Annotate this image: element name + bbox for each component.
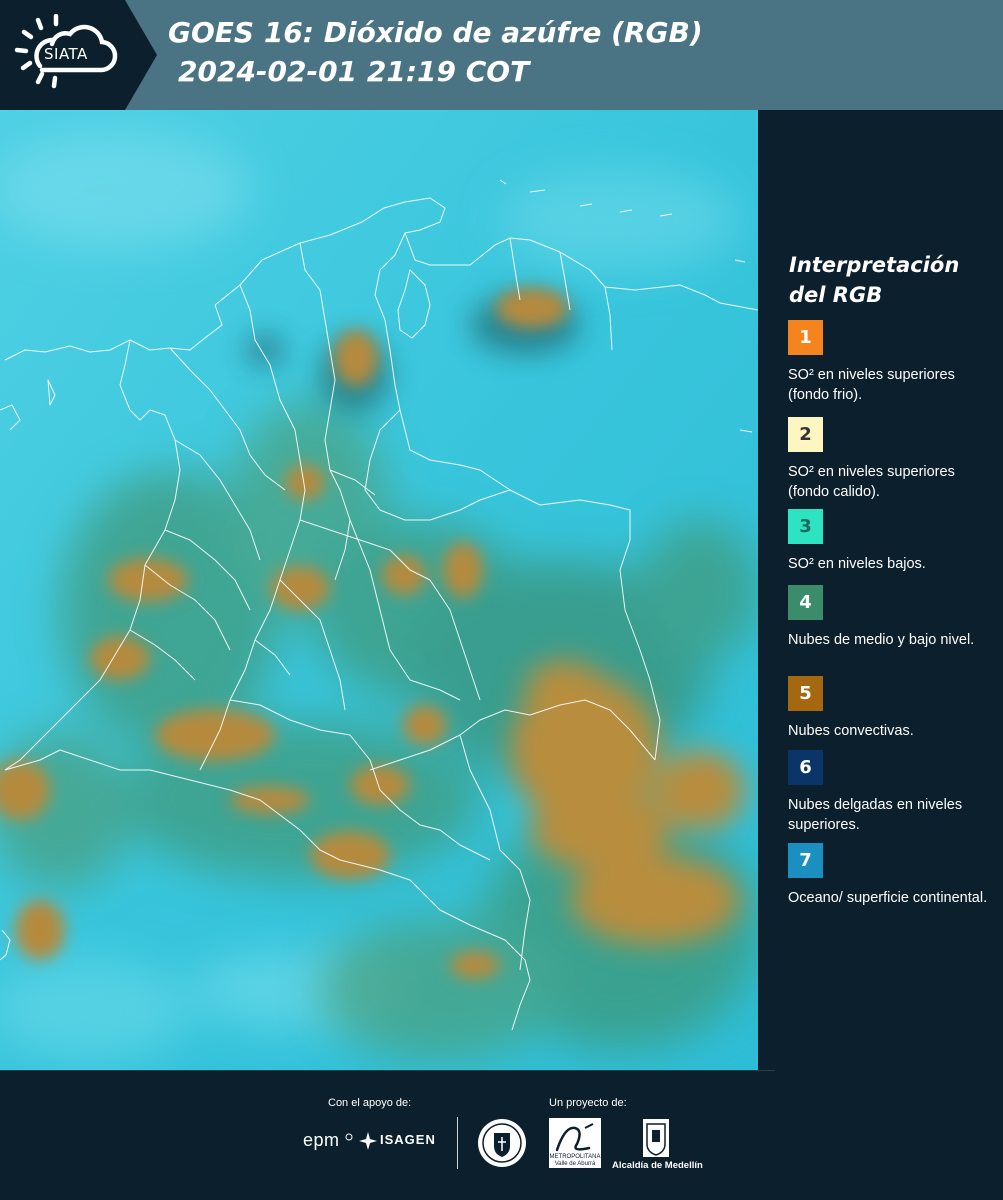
legend-item-2: 2 SO² en niveles superiores (fondo calid… bbox=[788, 417, 993, 504]
legend-text-2: SO² en niveles superiores (fondo calido)… bbox=[788, 464, 955, 500]
legend-text-1: SO² en niveles superiores (fondo frio). bbox=[788, 367, 955, 403]
legend-text-5: Nubes convectivas. bbox=[788, 723, 914, 739]
legend-swatch-6: 6 bbox=[788, 750, 823, 785]
support-label: Con el apoyo de: bbox=[328, 1097, 412, 1109]
legend-item-5: 5 Nubes convectivas. bbox=[788, 676, 993, 741]
area-line1: METROPOLITANA bbox=[549, 1154, 601, 1160]
project-label: Un proyecto de: bbox=[549, 1097, 627, 1109]
medellin-seal-icon[interactable] bbox=[477, 1118, 527, 1168]
epm-logo[interactable]: epm bbox=[303, 1130, 340, 1151]
isagen-logo[interactable]: ISAGEN bbox=[380, 1132, 436, 1147]
isagen-star-icon bbox=[359, 1132, 377, 1150]
alcaldia-shield-icon[interactable] bbox=[642, 1118, 670, 1158]
legend-item-4: 4 Nubes de medio y bajo nivel. bbox=[788, 585, 993, 650]
logo-text: SIATA bbox=[44, 45, 88, 63]
satellite-map[interactable] bbox=[0, 110, 758, 1070]
legend-swatch-4: 4 bbox=[788, 585, 823, 620]
legend-swatch-2: 2 bbox=[788, 417, 823, 452]
satellite-image bbox=[0, 110, 758, 1070]
legend-swatch-5: 5 bbox=[788, 676, 823, 711]
legend-text-6: Nubes delgadas en niveles superiores. bbox=[788, 797, 963, 833]
page-title: GOES 16: Dióxido de azúfre (RGB) bbox=[168, 16, 703, 49]
header: SIATA GOES 16: Dióxido de azúfre (RGB) 2… bbox=[0, 0, 1003, 110]
legend-text-3: SO² en niveles bajos. bbox=[788, 556, 926, 572]
alcaldia-label: Alcaldía de Medellín bbox=[612, 1160, 703, 1171]
legend-text-4: Nubes de medio y bajo nivel. bbox=[788, 632, 975, 648]
siata-logo[interactable]: SIATA bbox=[0, 0, 157, 110]
legend-text-7: Oceano/ superficie continental. bbox=[788, 890, 988, 906]
area-line2: Valle de Aburrá bbox=[554, 1161, 596, 1167]
footer-divider bbox=[0, 1070, 775, 1071]
footer: Con el apoyo de: Un proyecto de: epm ISA… bbox=[0, 1070, 1003, 1200]
legend-swatch-1: 1 bbox=[788, 320, 823, 355]
legend-item-7: 7 Oceano/ superficie continental. bbox=[788, 843, 993, 908]
epm-mark-icon bbox=[345, 1133, 353, 1141]
legend-swatch-7: 7 bbox=[788, 843, 823, 878]
legend-title-line1: Interpretación bbox=[789, 253, 960, 277]
timestamp-title: 2024-02-01 21:19 COT bbox=[178, 55, 530, 88]
legend-title: Interpretación del RGB bbox=[789, 250, 999, 310]
legend-panel: Interpretación del RGB 1 SO² en niveles … bbox=[758, 110, 1003, 1070]
legend-item-1: 1 SO² en niveles superiores (fondo frio)… bbox=[788, 320, 993, 405]
legend-item-3: 3 SO² en niveles bajos. bbox=[788, 509, 993, 574]
footer-separator bbox=[457, 1117, 458, 1169]
legend-swatch-3: 3 bbox=[788, 509, 823, 544]
legend-title-line2: del RGB bbox=[789, 283, 883, 307]
legend-item-6: 6 Nubes delgadas en niveles superiores. bbox=[788, 750, 993, 835]
